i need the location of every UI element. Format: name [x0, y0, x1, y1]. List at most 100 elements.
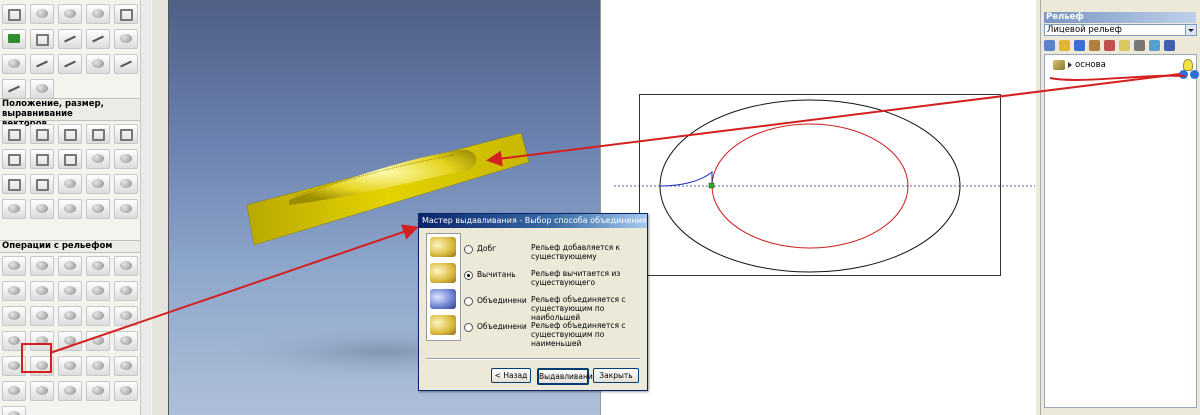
extrude-wizard-dialog: Мастер выдавливания - Выбор способа объе… [418, 213, 648, 391]
tool-icon[interactable] [114, 29, 138, 49]
text-tool-icon[interactable] [2, 4, 26, 24]
option-add[interactable]: Добг Рельеф добавляется к существующему [464, 243, 644, 269]
layer-tool-icon[interactable] [1149, 40, 1160, 51]
tool-icon[interactable] [58, 54, 82, 74]
tool-icon[interactable] [114, 4, 138, 24]
relief-tool-icon[interactable] [30, 381, 54, 401]
node-tool-icon[interactable] [58, 29, 82, 49]
tool-icon[interactable] [30, 174, 54, 194]
tool-icon[interactable] [30, 54, 54, 74]
curve-tool-icon[interactable] [86, 29, 110, 49]
tool-icon[interactable] [2, 199, 26, 219]
tool-icon[interactable] [30, 29, 54, 49]
relief-tool-icon[interactable] [30, 281, 54, 301]
relief-tool-icon[interactable] [58, 381, 82, 401]
tool-icon[interactable] [86, 54, 110, 74]
layer-icon [1053, 60, 1065, 70]
close-button[interactable]: Закрыть [593, 368, 639, 383]
open-layer-icon[interactable] [1059, 40, 1070, 51]
relief-tool-icon[interactable] [86, 306, 110, 326]
extrude-button[interactable]: Выдавливани [537, 368, 593, 385]
tool-icon[interactable] [30, 79, 54, 99]
option-merge-high[interactable]: Объединение г Рельеф объединяется с суще… [464, 295, 644, 322]
tool-icon[interactable] [58, 199, 82, 219]
radio-merge-low[interactable] [464, 323, 473, 332]
chevron-down-icon[interactable] [1185, 25, 1196, 35]
relief-tool-icon[interactable] [2, 306, 26, 326]
relief-tool-icon[interactable] [114, 306, 138, 326]
relief-tool-icon[interactable] [86, 256, 110, 276]
relief-tool-icon[interactable] [86, 381, 110, 401]
relief-tool-icon[interactable] [114, 331, 138, 351]
tool-icon[interactable] [58, 4, 82, 24]
back-button[interactable]: < Назад [491, 368, 531, 383]
radio-add[interactable] [464, 245, 473, 254]
align-tool-icon[interactable] [114, 124, 138, 144]
relief-tool-icon[interactable] [114, 256, 138, 276]
transform-tool-icon[interactable] [2, 149, 26, 169]
toolbox-grid-relief [0, 256, 140, 415]
tool-icon[interactable] [2, 174, 26, 194]
layer-tool-icon[interactable] [1134, 40, 1145, 51]
relief-tool-icon[interactable] [114, 281, 138, 301]
layer-tool-icon[interactable] [1089, 40, 1100, 51]
transform-tool-icon[interactable] [30, 149, 54, 169]
grid-tool-icon[interactable] [2, 29, 26, 49]
option-subtract[interactable]: Вычитань Рельеф вычитается из существующ… [464, 269, 644, 295]
nesting-tool-icon[interactable] [114, 149, 138, 169]
tool-icon[interactable] [86, 174, 110, 194]
tool-icon[interactable] [2, 79, 26, 99]
new-layer-icon[interactable] [1044, 40, 1055, 51]
align-tool-icon[interactable] [2, 124, 26, 144]
relief-tool-icon[interactable] [2, 381, 26, 401]
relief-tool-icon[interactable] [86, 356, 110, 376]
tool-icon[interactable] [114, 174, 138, 194]
merge-high-image [430, 289, 456, 309]
relief-tool-icon[interactable] [86, 331, 110, 351]
tool-icon[interactable] [114, 199, 138, 219]
move-up-icon[interactable] [1179, 70, 1188, 79]
relief-tool-icon[interactable] [114, 356, 138, 376]
relief-type-select[interactable]: Лицевой рельеф [1044, 24, 1197, 36]
align-tool-icon[interactable] [30, 124, 54, 144]
relief-tool-icon[interactable] [2, 406, 26, 415]
transform-tool-icon[interactable] [58, 149, 82, 169]
radio-merge-high[interactable] [464, 297, 473, 306]
toolbox-scrollbar[interactable] [140, 0, 151, 415]
tool-icon[interactable] [86, 199, 110, 219]
tool-icon[interactable] [86, 4, 110, 24]
relief-tool-icon[interactable] [2, 281, 26, 301]
relief-tool-icon[interactable] [86, 281, 110, 301]
layer-tool-icon[interactable] [1104, 40, 1115, 51]
align-tool-icon[interactable] [58, 124, 82, 144]
option-description: Рельеф объединяется с существующим по на… [531, 295, 626, 322]
transform-tool-icon[interactable] [86, 149, 110, 169]
section-vector-position[interactable]: Положение, размер, выравнивание векторов [0, 98, 150, 129]
relief-tool-icon[interactable] [114, 381, 138, 401]
section-relief-operations[interactable]: Операции с рельефом [0, 240, 150, 253]
option-merge-low[interactable]: Объединение г Рельеф объединяется с суще… [464, 321, 644, 348]
relief-tool-icon[interactable] [58, 281, 82, 301]
layer-tool-icon[interactable] [1119, 40, 1130, 51]
align-tool-icon[interactable] [86, 124, 110, 144]
layer-tool-icon[interactable] [1164, 40, 1175, 51]
relief-tool-icon[interactable] [30, 256, 54, 276]
relief-tool-icon[interactable] [58, 356, 82, 376]
relief-tool-icon[interactable] [58, 256, 82, 276]
tool-icon[interactable] [114, 54, 138, 74]
layer-item[interactable]: основа [1053, 59, 1106, 71]
relief-tool-icon[interactable] [30, 306, 54, 326]
tool-icon[interactable] [30, 4, 54, 24]
radio-subtract[interactable] [464, 271, 473, 280]
move-down-icon[interactable] [1190, 70, 1199, 79]
relief-tool-icon[interactable] [58, 331, 82, 351]
save-layer-icon[interactable] [1074, 40, 1085, 51]
expand-icon[interactable] [1068, 62, 1072, 68]
tool-icon[interactable] [30, 199, 54, 219]
option-name: Вычитань [477, 270, 516, 279]
tool-icon[interactable] [2, 54, 26, 74]
relief-tool-icon[interactable] [58, 306, 82, 326]
layer-tree[interactable]: основа [1044, 54, 1197, 408]
tool-icon[interactable] [58, 174, 82, 194]
relief-tool-icon[interactable] [2, 256, 26, 276]
